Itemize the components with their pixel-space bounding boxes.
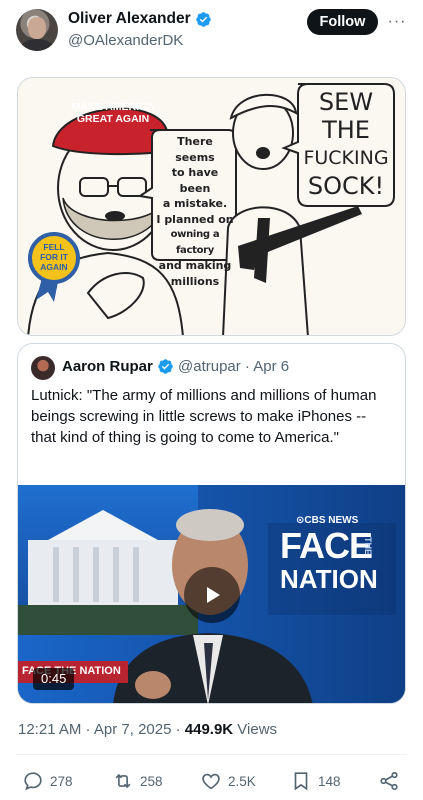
divider bbox=[16, 754, 407, 755]
speech-right-line: THE bbox=[322, 116, 370, 144]
comic-image[interactable]: MAKE AMERICA GREAT AGAIN There seems to … bbox=[17, 77, 406, 336]
show-title-the: THE bbox=[363, 537, 373, 555]
speech-bubble-right: SEW THE FUCKING SOCK! bbox=[300, 88, 392, 200]
speech-left-line: owning a factory bbox=[170, 229, 220, 256]
verified-badge-icon bbox=[158, 359, 173, 374]
quoted-author-name-row[interactable]: Aaron Rupar bbox=[62, 358, 174, 375]
author-handle[interactable]: @OAlexanderDK bbox=[68, 32, 183, 49]
quoted-author-handle-date[interactable]: @atrupar · Apr 6 bbox=[178, 358, 289, 375]
quoted-author-name[interactable]: Aaron Rupar bbox=[62, 358, 153, 375]
tweet-meta: 12:21 AM · Apr 7, 2025 · 449.9K Views bbox=[18, 721, 277, 738]
speech-right-line: FUCKING bbox=[303, 147, 389, 169]
video-player[interactable]: ⊙CBS NEWS FACE THE NATION FACE THE NATIO… bbox=[18, 485, 405, 703]
bookmark-icon bbox=[294, 772, 308, 791]
quoted-author-avatar[interactable] bbox=[31, 356, 55, 380]
quoted-tweet[interactable]: Aaron Rupar @atrupar · Apr 6 Lutnick: "T… bbox=[17, 343, 406, 704]
reply-button[interactable]: 278 bbox=[22, 770, 73, 792]
share-button[interactable] bbox=[378, 770, 400, 792]
repost-icon bbox=[115, 773, 131, 789]
speech-left-line: a mistake. bbox=[162, 197, 228, 210]
video-duration: 0:45 bbox=[33, 668, 75, 690]
author-avatar[interactable] bbox=[16, 9, 58, 51]
fell-for-it-badge: FELL FOR IT AGAIN bbox=[36, 242, 72, 272]
play-icon bbox=[207, 587, 220, 603]
show-title-line1: FACE bbox=[280, 525, 373, 566]
verified-badge-icon bbox=[195, 11, 211, 27]
follow-button[interactable]: Follow bbox=[307, 9, 378, 35]
repost-button[interactable]: 258 bbox=[112, 770, 163, 792]
share-icon bbox=[380, 771, 398, 791]
views-label: Views bbox=[233, 721, 278, 738]
speech-left-line: There seems bbox=[175, 135, 215, 164]
author-name[interactable]: Oliver Alexander bbox=[68, 10, 191, 28]
reply-icon bbox=[24, 772, 42, 791]
badge-line: FOR IT bbox=[40, 252, 68, 262]
speech-left-line: millions bbox=[170, 274, 220, 288]
play-button[interactable] bbox=[184, 567, 240, 623]
show-title-line2: NATION bbox=[280, 564, 378, 594]
speech-right-line: SOCK! bbox=[307, 172, 385, 200]
more-options-icon[interactable]: ··· bbox=[386, 11, 408, 33]
like-count: 2.5K bbox=[228, 773, 256, 789]
speech-left-line: I planned on bbox=[156, 212, 234, 226]
like-button[interactable]: 2.5K bbox=[200, 770, 256, 792]
badge-line: AGAIN bbox=[40, 262, 68, 272]
speech-right-line: SEW bbox=[318, 88, 374, 116]
quoted-tweet-text: Lutnick: "The army of millions and milli… bbox=[31, 387, 377, 446]
views-count: 449.9K bbox=[184, 721, 234, 738]
bookmark-count: 148 bbox=[318, 773, 341, 789]
tweet-timestamp[interactable]: 12:21 AM · Apr 7, 2025 · bbox=[18, 721, 185, 738]
bookmark-button[interactable]: 148 bbox=[290, 770, 341, 792]
hat-text: MAKE AMERICA GREAT AGAIN bbox=[71, 101, 155, 125]
speech-bubble-left: There seems to have been a mistake. I pl… bbox=[156, 134, 234, 289]
badge-line: FELL bbox=[43, 242, 65, 252]
heart-icon bbox=[202, 773, 220, 790]
speech-left-line: and making bbox=[158, 259, 232, 272]
speech-left-line: to have been bbox=[171, 166, 219, 195]
reply-count: 278 bbox=[50, 773, 73, 789]
tweet-header: Oliver Alexander @OAlexanderDK Follow ··… bbox=[0, 0, 423, 68]
repost-count: 258 bbox=[140, 773, 163, 789]
action-bar: 278 258 2.5K 148 bbox=[0, 765, 423, 799]
author-name-row[interactable]: Oliver Alexander bbox=[68, 10, 212, 28]
